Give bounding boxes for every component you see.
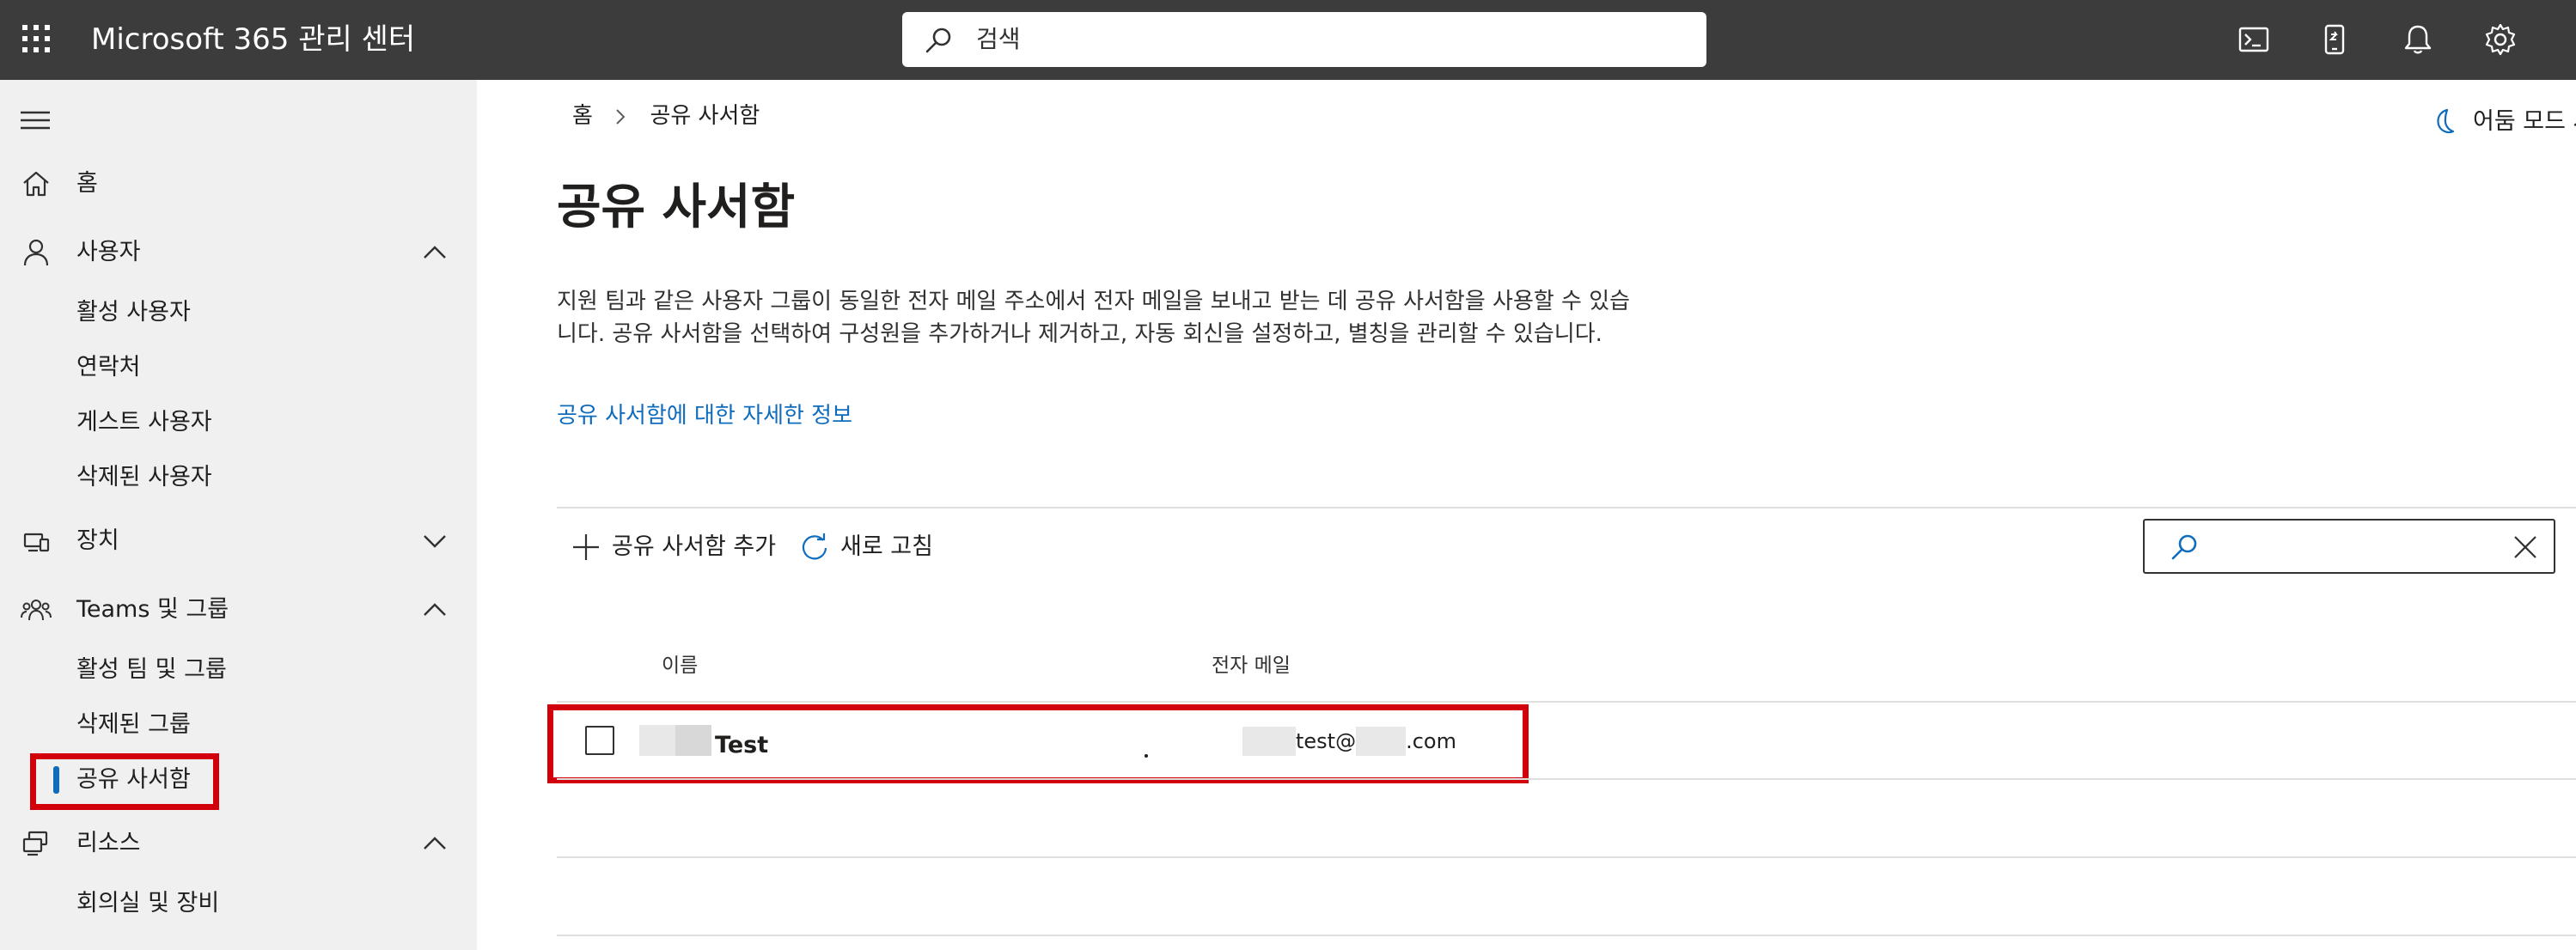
nav-sublabel: 삭제된 사용자: [76, 464, 212, 490]
nav-subitem-rooms-equipment[interactable]: 회의실 및 장비: [0, 880, 477, 928]
nav-sublabel: 연락처: [76, 354, 141, 381]
gear-icon[interactable]: [2483, 22, 2518, 57]
nav-label: 장치: [76, 527, 119, 554]
learn-more-link[interactable]: 공유 사서함에 대한 자세한 정보: [557, 400, 852, 431]
person-icon: [23, 239, 49, 266]
nav-sublabel: 삭제된 그룹: [76, 711, 191, 738]
device-icon: [23, 533, 50, 552]
breadcrumb-current: 공유 사서함: [650, 103, 760, 129]
row-divider: [557, 935, 2576, 936]
list-search-input[interactable]: [2143, 519, 2555, 574]
nav-item-teams-groups[interactable]: Teams 및 그룹: [0, 584, 477, 636]
hamburger-icon[interactable]: [21, 107, 50, 133]
nav-label: 홈: [76, 170, 98, 197]
search-placeholder: 검색: [976, 25, 1021, 53]
plus-icon: [573, 534, 599, 560]
column-header-email[interactable]: 전자 메일: [1212, 653, 1291, 679]
nav-subitem-deleted-users[interactable]: 삭제된 사용자: [0, 454, 477, 502]
annotation-highlight-box: [547, 704, 1529, 783]
breadcrumb-home[interactable]: 홈: [572, 103, 593, 129]
moon-icon: [2437, 108, 2455, 134]
column-header-name[interactable]: 이름: [662, 653, 698, 679]
top-bar: Microsoft 365 관리 센터 검색: [0, 0, 2576, 80]
breadcrumb: 홈 공유 사서함: [572, 101, 760, 131]
home-icon: [23, 171, 49, 197]
people-icon: [21, 600, 52, 621]
nav-label: 리소스: [76, 830, 141, 856]
left-navigation: 홈 사용자 활성 사용자 연락처 게스트 사용자 삭제된 사용자 장치 Team…: [0, 80, 477, 950]
page-title: 공유 사서함: [557, 180, 796, 235]
nav-subitem-deleted-groups[interactable]: 삭제된 그룹: [0, 701, 477, 749]
terminal-icon[interactable]: [2237, 22, 2271, 57]
chevron-up-icon[interactable]: [421, 833, 449, 854]
nav-subitem-active-users[interactable]: 활성 사용자: [0, 289, 477, 337]
nav-item-home[interactable]: 홈: [0, 158, 477, 210]
chevron-up-icon[interactable]: [421, 600, 449, 620]
search-icon: [925, 27, 951, 53]
waffle-icon[interactable]: [21, 23, 52, 54]
divider: [557, 507, 2576, 508]
nav-sublabel: 게스트 사용자: [76, 409, 212, 435]
bell-icon[interactable]: [2401, 22, 2435, 57]
add-label: 공유 사서함 추가: [612, 533, 777, 560]
nav-item-resources[interactable]: 리소스: [0, 818, 477, 869]
chevron-down-icon[interactable]: [421, 531, 449, 551]
chevron-right-icon: [616, 108, 626, 125]
chevron-up-icon[interactable]: [421, 242, 449, 263]
nav-label: 사용자: [76, 239, 141, 265]
mobile-icon[interactable]: [2317, 22, 2352, 57]
table-header-divider: [557, 701, 2576, 703]
page-description: 지원 팀과 같은 사용자 그룹이 동일한 전자 메일 주소에서 전자 메일을 보…: [557, 289, 1631, 347]
refresh-label: 새로 고침: [840, 533, 933, 560]
resources-icon: [22, 831, 48, 856]
search-icon: [2171, 534, 2197, 560]
nav-label: Teams 및 그룹: [76, 596, 229, 623]
nav-sublabel: 회의실 및 장비: [76, 890, 220, 917]
refresh-icon: [802, 533, 827, 560]
global-search-input[interactable]: 검색: [902, 12, 1706, 67]
app-title[interactable]: Microsoft 365 관리 센터: [91, 21, 415, 58]
nav-subitem-contacts[interactable]: 연락처: [0, 344, 477, 392]
nav-subitem-guest-users[interactable]: 게스트 사용자: [0, 399, 477, 447]
nav-subitem-active-teams[interactable]: 활성 팀 및 그룹: [0, 646, 477, 694]
nav-item-devices[interactable]: 장치: [0, 515, 477, 567]
row-divider: [557, 778, 2576, 780]
annotation-highlight-box: [30, 753, 219, 810]
row-divider: [557, 856, 2576, 858]
nav-sublabel: 활성 사용자: [76, 299, 191, 326]
close-icon[interactable]: [2512, 534, 2538, 560]
dark-mode-label: 어둠 모드 사: [2473, 108, 2576, 135]
nav-sublabel: 활성 팀 및 그룹: [76, 656, 227, 683]
nav-item-users[interactable]: 사용자: [0, 227, 477, 278]
